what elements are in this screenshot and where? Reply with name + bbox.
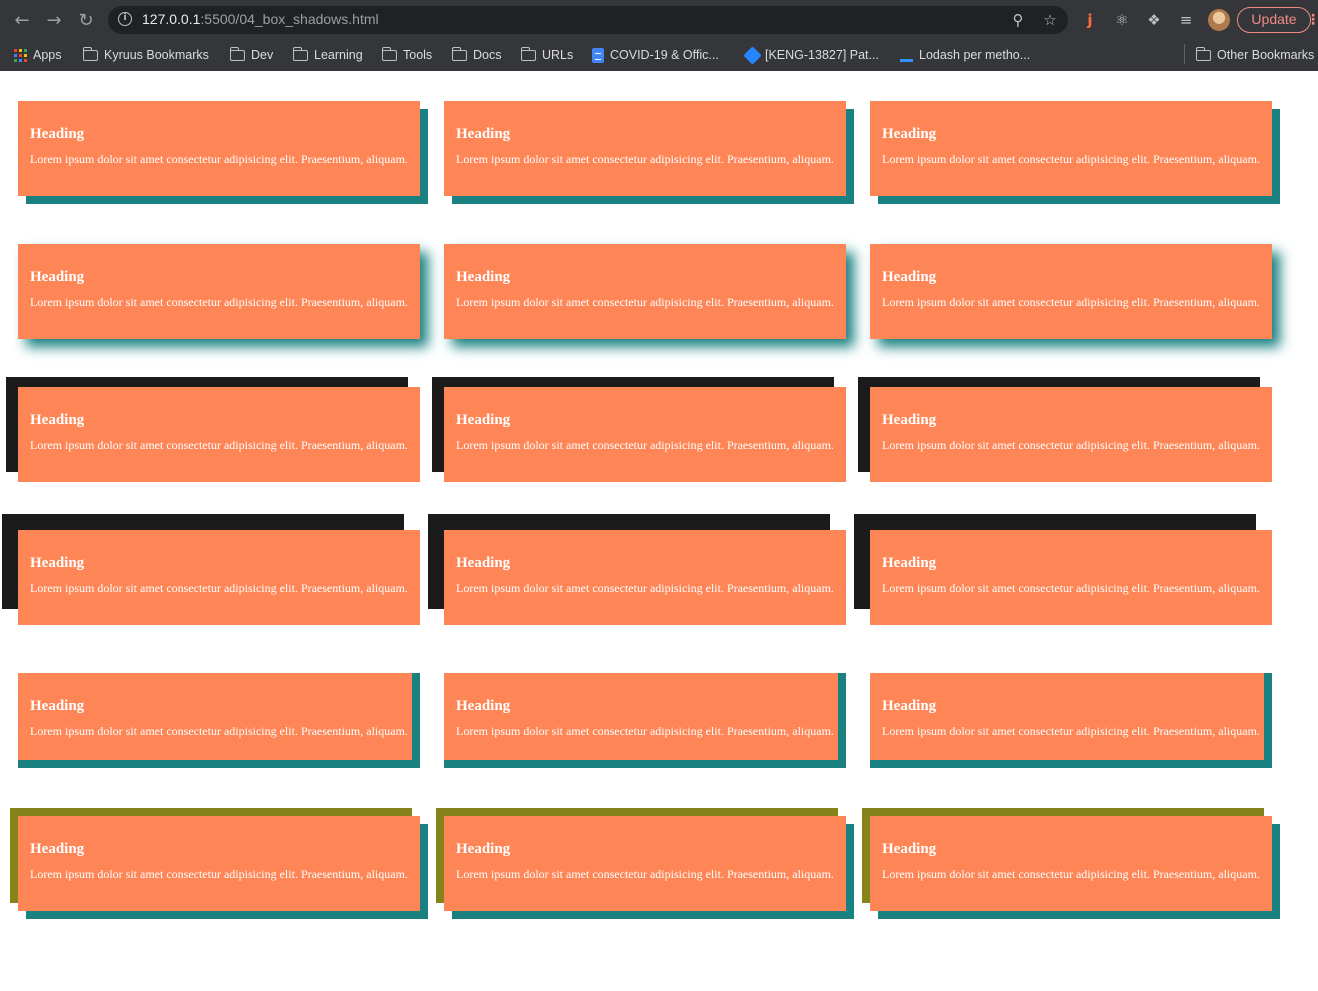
bookmark-apps[interactable]: Apps xyxy=(14,45,62,65)
bookmark-urls[interactable]: URLs xyxy=(520,45,573,65)
bookmark-covid[interactable]: COVID-19 & Offic... xyxy=(592,45,719,65)
card-text: Lorem ipsum dolor sit amet consectetur a… xyxy=(30,152,408,166)
card: Heading Lorem ipsum dolor sit amet consec… xyxy=(18,387,420,482)
card-text: Lorem ipsum dolor sit amet consectetur a… xyxy=(456,152,834,166)
card-heading: Heading xyxy=(882,698,937,714)
card-text: Lorem ipsum dolor sit amet consectetur a… xyxy=(882,438,1260,452)
card-heading: Heading xyxy=(30,555,85,571)
bookmarks-bar: Apps Kyruus Bookmarks Dev Learning Tools… xyxy=(0,40,1318,70)
browser-toolbar: ← → ↻ i 127.0.0.1:5500/04_box_shadows.ht… xyxy=(0,0,1318,40)
forward-arrow-icon[interactable]: → xyxy=(42,8,66,32)
card-heading: Heading xyxy=(456,126,511,142)
bookmark-lodash[interactable]: Lodash per metho... xyxy=(900,45,1030,65)
profile-avatar[interactable] xyxy=(1208,9,1230,31)
card: Heading Lorem ipsum dolor sit amet consec… xyxy=(18,244,420,339)
jira-icon xyxy=(743,45,762,65)
bookmark-keng[interactable]: [KENG-13827] Pat... xyxy=(743,45,879,65)
card-heading: Heading xyxy=(30,126,85,142)
star-bookmark-icon[interactable]: ☆ xyxy=(1040,10,1060,30)
browser-chrome: ← → ↻ i 127.0.0.1:5500/04_box_shadows.ht… xyxy=(0,0,1318,71)
folder-icon xyxy=(82,46,98,61)
card-heading: Heading xyxy=(882,269,937,285)
card: Heading Lorem ipsum dolor sit amet consec… xyxy=(444,387,846,482)
card-text: Lorem ipsum dolor sit amet consectetur a… xyxy=(456,724,834,738)
card-text: Lorem ipsum dolor sit amet consectetur a… xyxy=(30,581,408,595)
card-text: Lorem ipsum dolor sit amet consectetur a… xyxy=(30,724,408,738)
card: Heading Lorem ipsum dolor sit amet consec… xyxy=(18,530,420,625)
card-heading: Heading xyxy=(456,412,511,428)
card-text: Lorem ipsum dolor sit amet consectetur a… xyxy=(456,295,834,309)
bookmark-kyruus[interactable]: Kyruus Bookmarks xyxy=(82,45,209,65)
card-heading: Heading xyxy=(456,698,511,714)
card: Heading Lorem ipsum dolor sit amet consec… xyxy=(870,816,1272,911)
address-bar[interactable]: i 127.0.0.1:5500/04_box_shadows.html ⚲ ☆ xyxy=(108,6,1068,34)
extension-hook-icon[interactable]: ϳ xyxy=(1080,10,1100,30)
card-text: Lorem ipsum dolor sit amet consectetur a… xyxy=(456,438,834,452)
card-text: Lorem ipsum dolor sit amet consectetur a… xyxy=(882,581,1260,595)
lodash-icon xyxy=(900,58,913,62)
card-heading: Heading xyxy=(882,841,937,857)
card: Heading Lorem ipsum dolor sit amet consec… xyxy=(444,101,846,196)
card-text: Lorem ipsum dolor sit amet consectetur a… xyxy=(456,581,834,595)
card-text: Lorem ipsum dolor sit amet consectetur a… xyxy=(30,867,408,881)
card: Heading Lorem ipsum dolor sit amet consec… xyxy=(18,673,420,768)
card: Heading Lorem ipsum dolor sit amet consec… xyxy=(870,101,1272,196)
bookmark-other[interactable]: Other Bookmarks xyxy=(1195,45,1314,65)
folder-icon xyxy=(292,46,308,61)
media-queue-icon[interactable]: ≡ xyxy=(1176,10,1196,30)
card-text: Lorem ipsum dolor sit amet consectetur a… xyxy=(882,724,1260,738)
extensions-puzzle-icon[interactable]: ❖ xyxy=(1144,10,1164,30)
card-text: Lorem ipsum dolor sit amet consectetur a… xyxy=(30,295,408,309)
folder-icon xyxy=(381,46,397,61)
card-text: Lorem ipsum dolor sit amet consectetur a… xyxy=(882,295,1260,309)
zoom-icon[interactable]: ⚲ xyxy=(1008,10,1028,30)
google-docs-icon xyxy=(592,47,604,63)
folder-icon xyxy=(451,46,467,61)
card: Heading Lorem ipsum dolor sit amet consec… xyxy=(444,244,846,339)
card-text: Lorem ipsum dolor sit amet consectetur a… xyxy=(456,867,834,881)
bookmark-tools[interactable]: Tools xyxy=(381,45,432,65)
folder-icon xyxy=(1195,46,1211,61)
folder-icon xyxy=(229,46,245,61)
card-heading: Heading xyxy=(882,555,937,571)
bookmark-docs[interactable]: Docs xyxy=(451,45,501,65)
url-text[interactable]: 127.0.0.1:5500/04_box_shadows.html xyxy=(142,11,379,27)
card-text: Lorem ipsum dolor sit amet consectetur a… xyxy=(882,152,1260,166)
card: Heading Lorem ipsum dolor sit amet consec… xyxy=(870,530,1272,625)
card: Heading Lorem ipsum dolor sit amet consec… xyxy=(444,530,846,625)
card: Heading Lorem ipsum dolor sit amet consec… xyxy=(444,816,846,911)
card-text: Lorem ipsum dolor sit amet consectetur a… xyxy=(30,438,408,452)
folder-icon xyxy=(520,46,536,61)
bookmark-learning[interactable]: Learning xyxy=(292,45,363,65)
update-button[interactable]: Update xyxy=(1237,7,1311,33)
card: Heading Lorem ipsum dolor sit amet consec… xyxy=(18,101,420,196)
card: Heading Lorem ipsum dolor sit amet consec… xyxy=(870,673,1272,768)
card: Heading Lorem ipsum dolor sit amet consec… xyxy=(870,387,1272,482)
card-heading: Heading xyxy=(882,412,937,428)
bookmark-dev[interactable]: Dev xyxy=(229,45,273,65)
card-heading: Heading xyxy=(882,126,937,142)
react-devtools-icon[interactable]: ⚛ xyxy=(1112,10,1132,30)
card-heading: Heading xyxy=(30,841,85,857)
card: Heading Lorem ipsum dolor sit amet consec… xyxy=(870,244,1272,339)
card-heading: Heading xyxy=(456,555,511,571)
more-menu-icon[interactable]: ⋮ xyxy=(1306,10,1318,30)
card-heading: Heading xyxy=(30,698,85,714)
card-text: Lorem ipsum dolor sit amet consectetur a… xyxy=(882,867,1260,881)
card-heading: Heading xyxy=(456,841,511,857)
card-heading: Heading xyxy=(30,269,85,285)
bookmarks-divider xyxy=(1184,44,1185,64)
reload-icon[interactable]: ↻ xyxy=(74,8,98,32)
card-heading: Heading xyxy=(456,269,511,285)
back-arrow-icon[interactable]: ← xyxy=(10,8,34,32)
card: Heading Lorem ipsum dolor sit amet consec… xyxy=(444,673,846,768)
card-heading: Heading xyxy=(30,412,85,428)
card: Heading Lorem ipsum dolor sit amet consec… xyxy=(18,816,420,911)
site-info-icon[interactable]: i xyxy=(118,12,132,26)
apps-grid-icon xyxy=(14,48,27,62)
